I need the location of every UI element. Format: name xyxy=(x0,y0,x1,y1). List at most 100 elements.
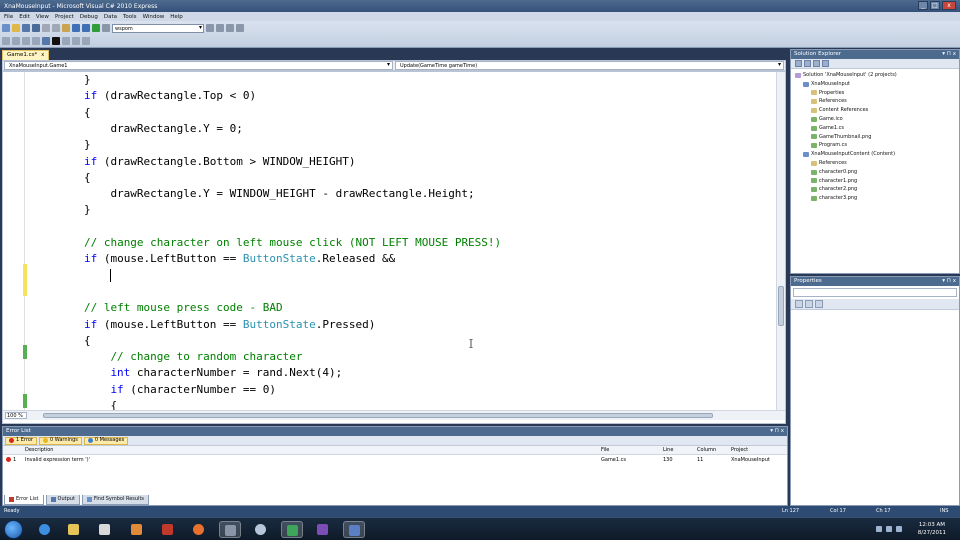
code-line[interactable]: if (mouse.LeftButton == ButtonState.Pres… xyxy=(84,317,375,333)
config-icon[interactable] xyxy=(102,24,110,32)
taskbar-ie[interactable] xyxy=(34,521,56,538)
outdent-icon[interactable] xyxy=(12,37,20,45)
menu-edit[interactable]: Edit xyxy=(19,14,30,20)
solution-explorer-icon[interactable] xyxy=(216,24,224,32)
taskbar-visual-studio[interactable] xyxy=(343,521,365,538)
code-line[interactable]: // left mouse press code - BAD xyxy=(84,300,283,316)
new-project-icon[interactable] xyxy=(2,24,10,32)
solution-tree-item[interactable]: References xyxy=(793,97,959,106)
redo-icon[interactable] xyxy=(82,24,90,32)
member-dropdown[interactable]: Update(GameTime gameTime) xyxy=(395,61,784,70)
copy-icon[interactable] xyxy=(52,24,60,32)
object-selector[interactable] xyxy=(793,288,957,297)
horizontal-scrollbar[interactable]: 100 % xyxy=(3,410,785,420)
uncomment-icon[interactable] xyxy=(32,37,40,45)
minimize-button[interactable]: _ xyxy=(918,1,928,10)
solution-tree-item[interactable]: GameThumbnail.png xyxy=(793,133,959,142)
menu-window[interactable]: Window xyxy=(143,14,165,20)
open-file-icon[interactable] xyxy=(12,24,20,32)
taskbar-media-player[interactable] xyxy=(94,521,116,538)
maximize-button[interactable]: □ xyxy=(930,1,940,10)
panel-pin-icon[interactable]: ▾ ⊓ x xyxy=(942,50,956,59)
tray-network-icon[interactable] xyxy=(886,526,892,532)
taskbar-app-9[interactable] xyxy=(281,521,303,538)
show-all-files-icon[interactable] xyxy=(804,60,811,67)
panel-pin-icon[interactable]: ▾ ⊓ x xyxy=(942,277,956,286)
close-button[interactable]: x xyxy=(942,1,956,10)
solution-tree-item[interactable]: Content References xyxy=(793,106,959,115)
code-line[interactable]: if (mouse.LeftButton == ButtonState.Rele… xyxy=(84,251,395,267)
property-pages-icon[interactable] xyxy=(815,300,823,308)
solution-tree-item[interactable]: Game1.cs xyxy=(793,124,959,133)
taskbar-app-10[interactable] xyxy=(312,521,334,538)
save-all-icon[interactable] xyxy=(32,24,40,32)
errors-filter-button[interactable]: 1 Error xyxy=(5,436,37,445)
tab-close-icon[interactable]: x xyxy=(41,51,44,60)
save-icon[interactable] xyxy=(22,24,30,32)
zoom-level[interactable]: 100 % xyxy=(5,412,27,419)
solution-tree-item[interactable]: Properties xyxy=(793,89,959,98)
code-line[interactable]: } xyxy=(84,72,91,88)
categorized-icon[interactable] xyxy=(795,300,803,308)
code-line[interactable] xyxy=(110,268,112,284)
code-line[interactable]: drawRectangle.Y = 0; xyxy=(110,121,242,137)
indent-icon[interactable] xyxy=(2,37,10,45)
code-line[interactable]: // change character on left mouse click … xyxy=(84,235,501,251)
find-icon[interactable] xyxy=(206,24,214,32)
tray-flag-icon[interactable] xyxy=(876,526,882,532)
refresh-icon[interactable] xyxy=(813,60,820,67)
code-line[interactable]: } xyxy=(84,202,91,218)
code-line[interactable]: drawRectangle.Y = WINDOW_HEIGHT - drawRe… xyxy=(110,186,474,202)
solution-tree-item[interactable]: character1.png xyxy=(793,177,959,186)
cut-icon[interactable] xyxy=(42,24,50,32)
tab-error-list[interactable]: Error List xyxy=(4,495,44,505)
column-project[interactable]: Project xyxy=(731,446,748,455)
column-column[interactable]: Column xyxy=(697,446,716,455)
code-line[interactable]: { xyxy=(84,105,91,121)
solution-tree-item[interactable]: Solution 'XnaMouseInput' (2 projects) xyxy=(793,71,959,80)
start-button-icon[interactable] xyxy=(4,520,23,539)
solution-tree-item[interactable]: Game.ico xyxy=(793,115,959,124)
code-line[interactable]: { xyxy=(110,398,117,410)
alphabetical-icon[interactable] xyxy=(805,300,813,308)
menu-project[interactable]: Project xyxy=(55,14,74,20)
taskbar-firefox[interactable] xyxy=(188,521,210,538)
find-combo[interactable]: wspom xyxy=(112,23,204,33)
menu-data[interactable]: Data xyxy=(104,14,117,20)
toggle-bookmark-icon[interactable] xyxy=(52,37,60,45)
code-line[interactable]: { xyxy=(84,170,91,186)
menu-view[interactable]: View xyxy=(36,14,49,20)
code-line[interactable]: // change to random character xyxy=(110,349,302,365)
code-line[interactable]: { xyxy=(84,333,91,349)
taskbar-app-4[interactable] xyxy=(126,521,148,538)
solution-tree-item[interactable]: character0.png xyxy=(793,168,959,177)
menu-tools[interactable]: Tools xyxy=(123,14,137,20)
messages-filter-button[interactable]: 0 Messages xyxy=(83,436,129,445)
error-row[interactable]: 1 Invalid expression term ')' Game1.cs 1… xyxy=(3,455,787,465)
taskbar-app-8[interactable] xyxy=(250,521,272,538)
start-debugging-icon[interactable] xyxy=(92,24,100,32)
vertical-scrollbar[interactable] xyxy=(776,72,785,410)
next-bookmark-icon[interactable] xyxy=(72,37,80,45)
solution-tree-item[interactable]: character2.png xyxy=(793,185,959,194)
code-text-area[interactable]: } if (drawRectangle.Top < 0){drawRectangl… xyxy=(31,72,779,410)
column-file[interactable]: File xyxy=(601,446,609,455)
tab-find-symbol-results[interactable]: Find Symbol Results xyxy=(81,495,150,505)
code-editor[interactable]: } if (drawRectangle.Top < 0){drawRectangl… xyxy=(2,71,786,424)
tray-volume-icon[interactable] xyxy=(896,526,902,532)
paste-icon[interactable] xyxy=(62,24,70,32)
solution-tree-item[interactable]: XnaMouseInputContent (Content) xyxy=(793,150,959,159)
class-dropdown[interactable]: XnaMouseInput.Game1 xyxy=(4,61,393,70)
vertical-scroll-thumb[interactable] xyxy=(778,286,784,326)
warnings-filter-button[interactable]: 0 Warnings xyxy=(38,436,82,445)
properties-tool-icon[interactable] xyxy=(795,60,802,67)
clear-bookmarks-icon[interactable] xyxy=(82,37,90,45)
menu-debug[interactable]: Debug xyxy=(80,14,98,20)
bookmark-icon[interactable] xyxy=(42,37,50,45)
code-line[interactable]: } xyxy=(84,137,91,153)
taskbar-app-7[interactable] xyxy=(219,521,241,538)
menu-help[interactable]: Help xyxy=(170,14,183,20)
toolbox-icon[interactable] xyxy=(236,24,244,32)
previous-bookmark-icon[interactable] xyxy=(62,37,70,45)
view-code-icon[interactable] xyxy=(822,60,829,67)
